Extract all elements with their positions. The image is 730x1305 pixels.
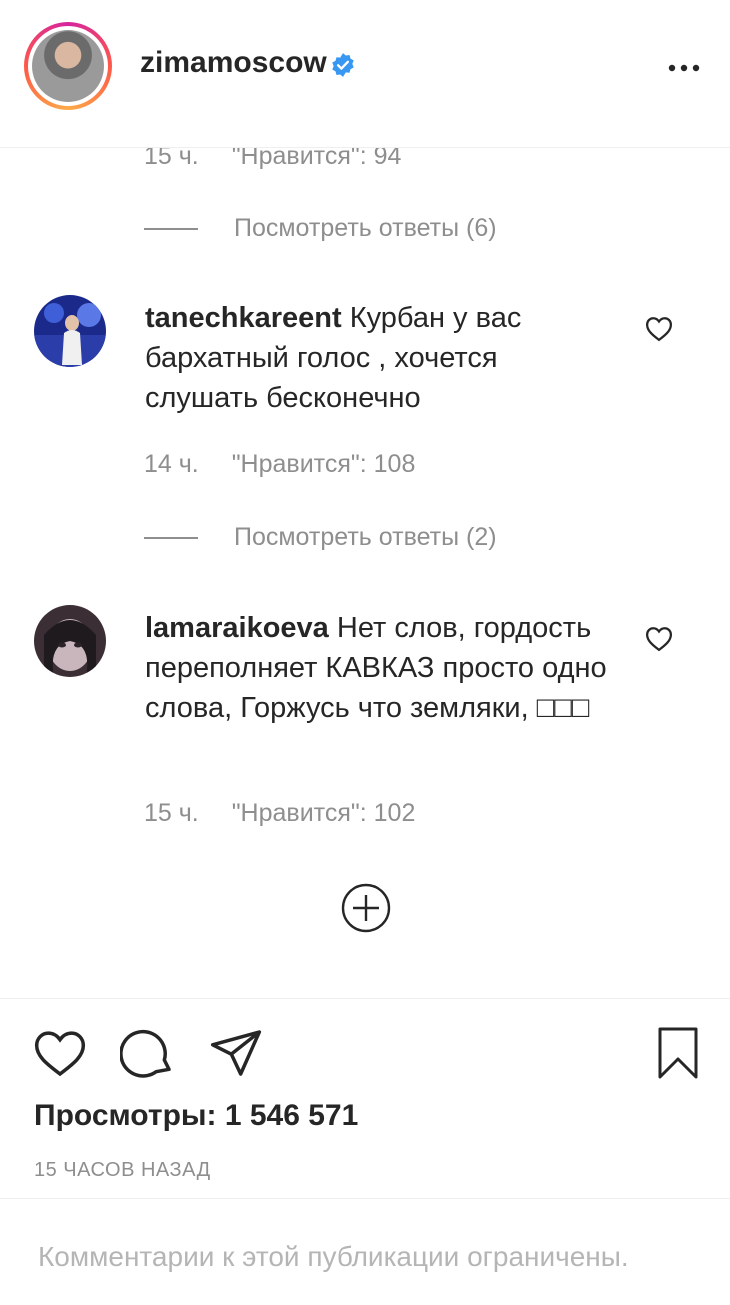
comment-body: tanechkareent Курбан у вас бархатный гол… [145,298,615,418]
more-options-icon[interactable] [664,52,704,82]
heart-icon[interactable] [32,1025,88,1081]
comments-restricted-text: Комментарии к этой публикации ограничены… [38,1241,629,1272]
comment-meta: 15 ч. "Нравится": 94 [144,148,401,171]
verified-badge-icon [332,53,354,77]
view-replies-button[interactable]: Посмотреть ответы (2) [144,523,497,552]
view-replies-button[interactable]: Посмотреть ответы (6) [144,214,497,243]
post-header: zimamoscow [0,0,730,148]
comments-list: 15 ч. "Нравится": 94 Посмотреть ответы (… [0,148,730,998]
view-replies-label: Посмотреть ответы (2) [234,523,497,551]
views-count[interactable]: Просмотры: 1 546 571 [34,1099,358,1133]
comment-like-heart-icon[interactable] [644,314,674,342]
comment-username[interactable]: tanechkareent [145,302,342,334]
replies-divider [144,228,198,231]
paper-plane-icon[interactable] [208,1025,264,1081]
comment-meta: 14 ч. "Нравится": 108 [144,450,415,479]
comment-like-heart-icon[interactable] [644,624,674,652]
comment-username[interactable]: lamaraikoeva [145,612,329,644]
plus-circle-icon[interactable] [340,882,392,934]
avatar[interactable] [34,605,106,677]
comments-restricted-notice: Комментарии к этой публикации ограничены… [0,1198,730,1305]
profile-username[interactable]: zimamoscow [140,46,327,80]
view-replies-label: Посмотреть ответы (6) [234,214,497,242]
comment-body: lamaraikoeva Нет слов, гордость переполн… [145,608,615,728]
comment-time: 15 ч. [144,148,199,170]
comment-likes[interactable]: "Нравится": 108 [232,450,416,478]
profile-avatar[interactable] [24,22,112,110]
post-actions: Просмотры: 1 546 571 15 ЧАСОВ НАЗАД [0,998,730,1198]
comment-bubble-icon[interactable] [120,1025,176,1081]
post-timestamp[interactable]: 15 ЧАСОВ НАЗАД [34,1159,211,1182]
replies-divider [144,537,198,540]
avatar[interactable] [34,295,106,367]
bookmark-icon[interactable] [650,1025,706,1081]
comment-time: 14 ч. [144,450,199,478]
comment-likes[interactable]: "Нравится": 94 [232,148,402,170]
comment-meta: 15 ч. "Нравится": 102 [144,799,415,828]
comment-time: 15 ч. [144,799,199,827]
comment-likes[interactable]: "Нравится": 102 [232,799,416,827]
